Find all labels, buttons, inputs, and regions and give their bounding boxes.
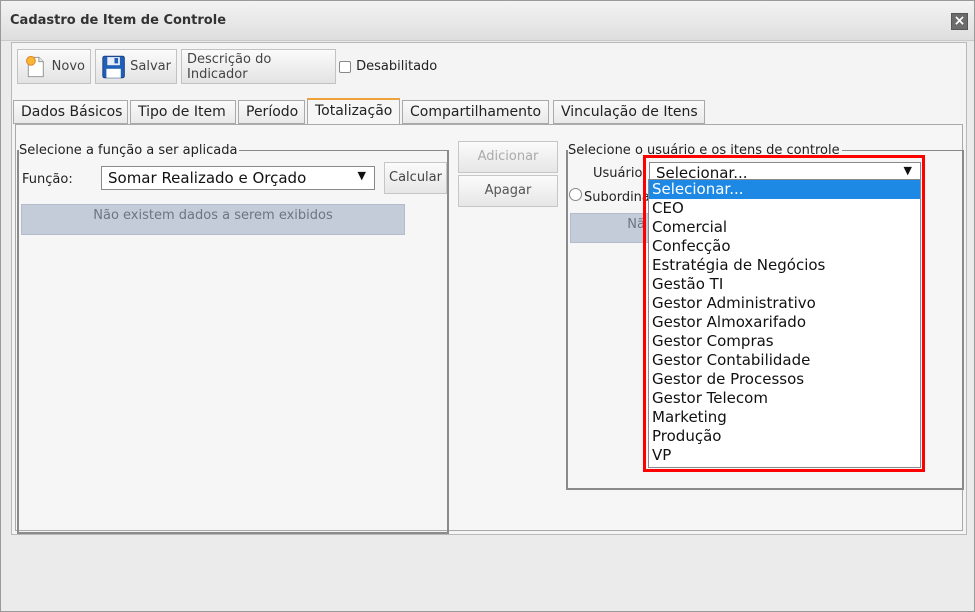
empty-message: Não existem dados a serem exibidos [93,208,333,223]
usuario-label: Usuário: [593,166,647,181]
dropdown-option[interactable]: CEO [649,199,920,218]
dropdown-option[interactable]: Marketing [649,408,920,427]
funcao-legend: Selecione a função a ser aplicada [19,143,240,158]
funcao-selected-value: Somar Realizado e Orçado [108,169,307,187]
usuario-dropdown-list[interactable]: Selecionar... CEO Comercial Confecção Es… [648,179,921,468]
close-button[interactable]: × [951,13,968,30]
dropdown-option[interactable]: VP [649,446,920,465]
dropdown-option[interactable]: Selecionar... [649,180,920,199]
apagar-label: Apagar [484,183,532,198]
tab-totalizacao[interactable]: Totalização [307,98,400,125]
tab-periodo[interactable]: Período [238,100,305,124]
salvar-label: Salvar [130,59,171,74]
apagar-button[interactable]: Apagar [458,175,558,207]
subordinados-label: Subordina [584,190,650,205]
close-icon: × [953,13,966,29]
tab-label: Totalização [315,103,393,119]
dropdown-option[interactable]: Gestor de Processos [649,370,920,389]
dialog-title: Cadastro de Item de Controle [10,13,227,28]
dropdown-option[interactable]: Gestor Contabilidade [649,351,920,370]
tab-label: Dados Básicos [21,104,123,120]
adicionar-label: Adicionar [477,149,539,164]
tab-vinculacao-de-itens[interactable]: Vinculação de Itens [553,100,705,124]
calcular-label: Calcular [389,170,442,185]
subordinados-radio[interactable] [569,188,582,201]
save-disk-icon [102,55,125,78]
funcao-fieldset: Selecione a função a ser aplicada Função… [17,143,449,534]
empty-message: Nã [627,217,645,232]
usuario-empty-grid: Nã [570,213,650,243]
tab-dados-basicos[interactable]: Dados Básicos [13,100,128,124]
desabilitado-checkbox-group[interactable]: Desabilitado [339,59,437,74]
dropdown-option[interactable]: Gestor Compras [649,332,920,351]
descricao-label: Descrição do Indicador [187,51,272,82]
tab-label: Tipo de Item [138,104,226,120]
tab-label: Compartilhamento [410,104,542,120]
dropdown-option[interactable]: Produção [649,427,920,446]
title-bar: Cadastro de Item de Controle × [1,1,974,41]
desabilitado-label: Desabilitado [356,59,438,74]
tab-label: Vinculação de Itens [561,104,698,120]
desabilitado-checkbox[interactable] [339,60,351,73]
funcao-label: Função: [22,172,73,187]
calcular-button[interactable]: Calcular [384,162,447,194]
dropdown-option[interactable]: Estratégia de Negócios [649,256,920,275]
tab-label: Período [246,104,299,120]
tab-compartilhamento[interactable]: Compartilhamento [402,100,549,124]
dropdown-option[interactable]: Comercial [649,218,920,237]
salvar-button[interactable]: Salvar [95,49,177,84]
dropdown-option[interactable]: Confecção [649,237,920,256]
dropdown-option[interactable]: Gestor Almoxarifado [649,313,920,332]
novo-label: Novo [51,59,85,74]
adicionar-button[interactable]: Adicionar [458,141,558,173]
funcao-empty-grid: Não existem dados a serem exibidos [21,204,405,235]
dropdown-option[interactable]: Gestão TI [649,275,920,294]
new-document-icon [26,55,44,77]
tab-tipo-de-item[interactable]: Tipo de Item [130,100,236,124]
dropdown-option[interactable]: Gestor Telecom [649,389,920,408]
descricao-indicador-button[interactable]: Descrição do Indicador [181,49,336,84]
funcao-select[interactable]: Somar Realizado e Orçado ▼ [101,166,375,190]
dropdown-option[interactable]: Gestor Administrativo [649,294,920,313]
novo-button[interactable]: Novo [17,49,91,84]
dropdown-arrow-icon: ▼ [357,169,366,182]
usuario-legend: Selecione o usuário e os itens de contro… [568,143,842,158]
dropdown-arrow-icon: ▼ [903,164,912,177]
